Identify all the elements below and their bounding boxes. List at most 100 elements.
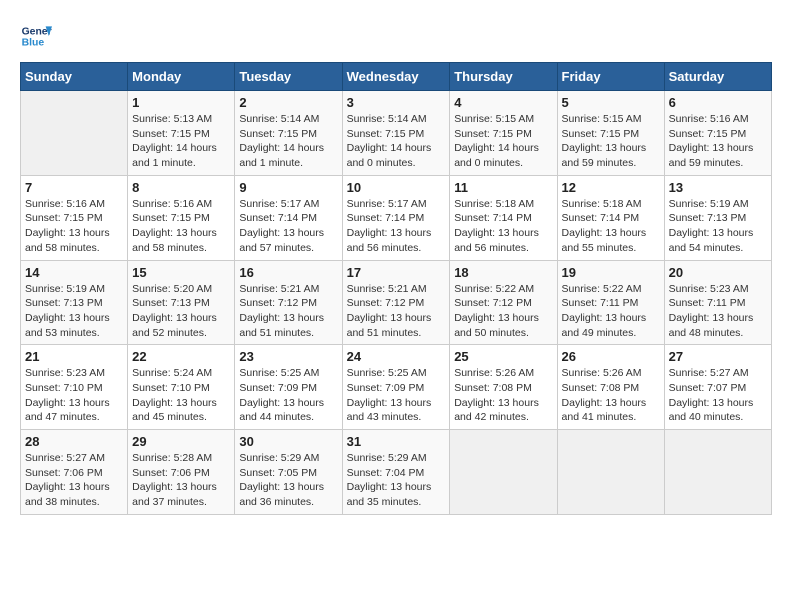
day-number: 2 [239,95,337,110]
day-number: 12 [562,180,660,195]
day-number: 16 [239,265,337,280]
calendar-cell: 20 Sunrise: 5:23 AM Sunset: 7:11 PM Dayli… [664,260,771,345]
calendar-table: SundayMondayTuesdayWednesdayThursdayFrid… [20,62,772,515]
day-number: 21 [25,349,123,364]
day-number: 20 [669,265,767,280]
day-info: Sunrise: 5:23 AM Sunset: 7:11 PM Dayligh… [669,282,767,341]
day-number: 8 [132,180,230,195]
day-number: 22 [132,349,230,364]
header-wednesday: Wednesday [342,63,450,91]
calendar-cell: 3Sunrise: 5:14 AM Sunset: 7:15 PM Daylig… [342,91,450,176]
week-row-3: 14 Sunrise: 5:19 AM Sunset: 7:13 PM Dayli… [21,260,772,345]
day-number: 3 [347,95,446,110]
day-number: 23 [239,349,337,364]
day-info: Sunrise: 5:22 AM Sunset: 7:11 PM Dayligh… [562,282,660,341]
day-number: 31 [347,434,446,449]
calendar-cell: 31Sunrise: 5:29 AM Sunset: 7:04 PM Dayli… [342,430,450,515]
day-number: 19 [562,265,660,280]
calendar-cell: 8 Sunrise: 5:16 AM Sunset: 7:15 PM Daylig… [128,175,235,260]
calendar-cell: 11 Sunrise: 5:18 AM Sunset: 7:14 PM Dayli… [450,175,557,260]
calendar-cell: 24 Sunrise: 5:25 AM Sunset: 7:09 PM Dayli… [342,345,450,430]
day-info: Sunrise: 5:17 AM Sunset: 7:14 PM Dayligh… [347,197,446,256]
day-number: 1 [132,95,230,110]
calendar-cell [557,430,664,515]
week-row-4: 21Sunrise: 5:23 AM Sunset: 7:10 PM Dayli… [21,345,772,430]
day-number: 6 [669,95,767,110]
calendar-cell: 14 Sunrise: 5:19 AM Sunset: 7:13 PM Dayli… [21,260,128,345]
calendar-cell [664,430,771,515]
day-number: 10 [347,180,446,195]
day-info: Sunrise: 5:18 AM Sunset: 7:14 PM Dayligh… [454,197,552,256]
day-info: Sunrise: 5:26 AM Sunset: 7:08 PM Dayligh… [454,366,552,425]
calendar-cell: 28Sunrise: 5:27 AM Sunset: 7:06 PM Dayli… [21,430,128,515]
day-number: 29 [132,434,230,449]
calendar-cell: 2 Sunrise: 5:14 AM Sunset: 7:15 PM Daylig… [235,91,342,176]
day-number: 9 [239,180,337,195]
day-number: 11 [454,180,552,195]
week-row-5: 28Sunrise: 5:27 AM Sunset: 7:06 PM Dayli… [21,430,772,515]
day-number: 24 [347,349,446,364]
day-number: 15 [132,265,230,280]
calendar-body: 1 Sunrise: 5:13 AM Sunset: 7:15 PM Daylig… [21,91,772,515]
day-number: 14 [25,265,123,280]
day-info: Sunrise: 5:16 AM Sunset: 7:15 PM Dayligh… [25,197,123,256]
calendar-cell: 16 Sunrise: 5:21 AM Sunset: 7:12 PM Dayli… [235,260,342,345]
header-monday: Monday [128,63,235,91]
calendar-cell: 19 Sunrise: 5:22 AM Sunset: 7:11 PM Dayli… [557,260,664,345]
calendar-cell: 25 Sunrise: 5:26 AM Sunset: 7:08 PM Dayli… [450,345,557,430]
day-info: Sunrise: 5:14 AM Sunset: 7:15 PM Dayligh… [239,112,337,171]
day-info: Sunrise: 5:24 AM Sunset: 7:10 PM Dayligh… [132,366,230,425]
calendar-cell: 27 Sunrise: 5:27 AM Sunset: 7:07 PM Dayli… [664,345,771,430]
day-info: Sunrise: 5:15 AM Sunset: 7:15 PM Dayligh… [454,112,552,171]
day-number: 26 [562,349,660,364]
header-saturday: Saturday [664,63,771,91]
calendar-cell: 18 Sunrise: 5:22 AM Sunset: 7:12 PM Dayli… [450,260,557,345]
logo-icon: General Blue [20,20,52,52]
calendar-cell: 22 Sunrise: 5:24 AM Sunset: 7:10 PM Dayli… [128,345,235,430]
calendar-cell [450,430,557,515]
calendar-cell: 4 Sunrise: 5:15 AM Sunset: 7:15 PM Daylig… [450,91,557,176]
day-info: Sunrise: 5:22 AM Sunset: 7:12 PM Dayligh… [454,282,552,341]
calendar-cell: 26 Sunrise: 5:26 AM Sunset: 7:08 PM Dayli… [557,345,664,430]
day-info: Sunrise: 5:17 AM Sunset: 7:14 PM Dayligh… [239,197,337,256]
calendar-cell: 29Sunrise: 5:28 AM Sunset: 7:06 PM Dayli… [128,430,235,515]
header-thursday: Thursday [450,63,557,91]
day-number: 25 [454,349,552,364]
day-number: 17 [347,265,446,280]
day-number: 4 [454,95,552,110]
day-number: 18 [454,265,552,280]
day-info: Sunrise: 5:29 AM Sunset: 7:05 PM Dayligh… [239,451,337,510]
day-info: Sunrise: 5:25 AM Sunset: 7:09 PM Dayligh… [239,366,337,425]
day-number: 27 [669,349,767,364]
day-number: 13 [669,180,767,195]
day-info: Sunrise: 5:21 AM Sunset: 7:12 PM Dayligh… [239,282,337,341]
calendar-cell: 12 Sunrise: 5:18 AM Sunset: 7:14 PM Dayli… [557,175,664,260]
day-info: Sunrise: 5:21 AM Sunset: 7:12 PM Dayligh… [347,282,446,341]
calendar-cell [21,91,128,176]
calendar-cell: 9 Sunrise: 5:17 AM Sunset: 7:14 PM Daylig… [235,175,342,260]
calendar-cell: 7Sunrise: 5:16 AM Sunset: 7:15 PM Daylig… [21,175,128,260]
calendar-cell: 6 Sunrise: 5:16 AM Sunset: 7:15 PM Daylig… [664,91,771,176]
calendar-cell: 10 Sunrise: 5:17 AM Sunset: 7:14 PM Dayli… [342,175,450,260]
svg-text:Blue: Blue [22,38,45,49]
day-info: Sunrise: 5:16 AM Sunset: 7:15 PM Dayligh… [132,197,230,256]
day-info: Sunrise: 5:26 AM Sunset: 7:08 PM Dayligh… [562,366,660,425]
logo: General Blue [20,20,56,52]
calendar-cell: 17 Sunrise: 5:21 AM Sunset: 7:12 PM Dayli… [342,260,450,345]
calendar-cell: 21Sunrise: 5:23 AM Sunset: 7:10 PM Dayli… [21,345,128,430]
day-info: Sunrise: 5:18 AM Sunset: 7:14 PM Dayligh… [562,197,660,256]
day-info: Sunrise: 5:13 AM Sunset: 7:15 PM Dayligh… [132,112,230,171]
calendar-cell: 15Sunrise: 5:20 AM Sunset: 7:13 PM Dayli… [128,260,235,345]
day-info: Sunrise: 5:27 AM Sunset: 7:07 PM Dayligh… [669,366,767,425]
day-number: 30 [239,434,337,449]
header-sunday: Sunday [21,63,128,91]
calendar-cell: 23 Sunrise: 5:25 AM Sunset: 7:09 PM Dayli… [235,345,342,430]
calendar-cell: 30 Sunrise: 5:29 AM Sunset: 7:05 PM Dayli… [235,430,342,515]
calendar-cell: 13 Sunrise: 5:19 AM Sunset: 7:13 PM Dayli… [664,175,771,260]
day-info: Sunrise: 5:25 AM Sunset: 7:09 PM Dayligh… [347,366,446,425]
day-info: Sunrise: 5:19 AM Sunset: 7:13 PM Dayligh… [669,197,767,256]
day-info: Sunrise: 5:16 AM Sunset: 7:15 PM Dayligh… [669,112,767,171]
day-info: Sunrise: 5:19 AM Sunset: 7:13 PM Dayligh… [25,282,123,341]
day-number: 5 [562,95,660,110]
header-tuesday: Tuesday [235,63,342,91]
